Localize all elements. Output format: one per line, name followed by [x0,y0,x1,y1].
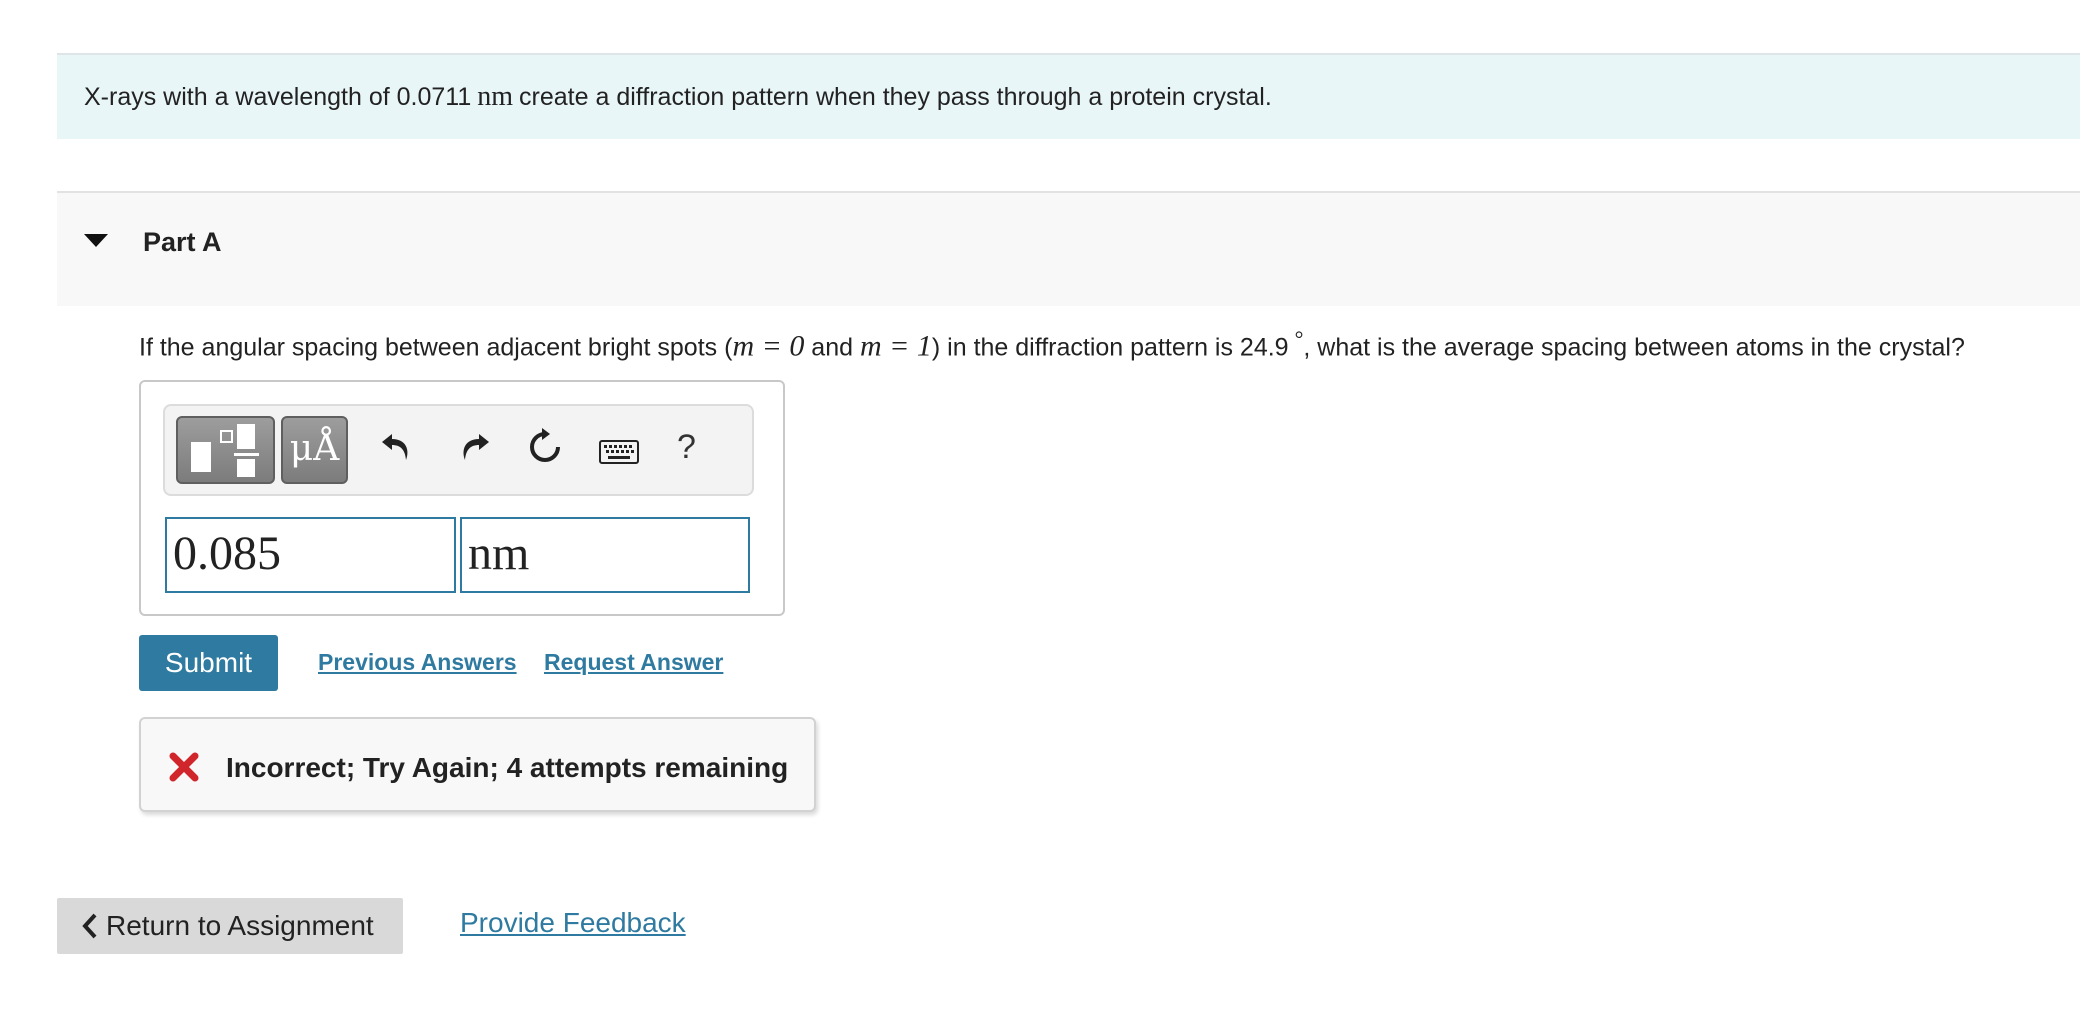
units-button[interactable]: μÅ [281,416,348,484]
submit-button[interactable]: Submit [139,635,278,691]
intro-text-before: X-rays with a wavelength of 0.0711 [84,82,472,111]
templates-button[interactable] [176,416,275,484]
reset-icon[interactable] [525,427,565,472]
question-part: , what is the average spacing between at… [1303,333,1965,362]
undo-icon[interactable] [380,428,414,469]
part-title: Part A [143,227,222,257]
math-m-zero: m = 0 [732,329,805,363]
answer-box: μÅ ? 0.085 nm [139,380,785,616]
problem-intro: X-rays with a wavelength of 0.0711 nm cr… [57,53,2080,139]
question-part: If the angular spacing between adjacent … [139,333,733,362]
keyboard-icon[interactable] [599,440,639,469]
intro-unit: nm [477,81,514,112]
redo-icon[interactable] [457,428,491,469]
question-part: and [804,333,860,362]
part-header[interactable]: Part A [57,191,2080,306]
question-part: ) in the diffraction pattern is 24.9 [931,333,1289,362]
chevron-left-icon [82,913,98,939]
incorrect-x-icon [169,752,199,787]
return-to-assignment-button[interactable]: Return to Assignment [57,898,403,954]
feedback-box: Incorrect; Try Again; 4 attempts remaini… [139,717,816,812]
request-answer-link[interactable]: Request Answer [544,649,723,676]
math-toolbar: μÅ ? [163,404,754,496]
provide-feedback-link[interactable]: Provide Feedback [460,907,686,939]
intro-text-after: create a diffraction pattern when they p… [519,82,1272,111]
previous-answers-link[interactable]: Previous Answers [318,649,517,676]
feedback-message: Incorrect; Try Again; 4 attempts remaini… [226,752,789,783]
help-icon[interactable]: ? [677,428,696,467]
question-text: If the angular spacing between adjacent … [139,326,1965,363]
return-label: Return to Assignment [106,910,374,941]
answer-value-input[interactable]: 0.085 [165,517,456,593]
math-m-one: m = 1 [859,329,932,363]
answer-unit-input[interactable]: nm [460,517,750,593]
collapse-caret-icon[interactable] [84,234,108,247]
